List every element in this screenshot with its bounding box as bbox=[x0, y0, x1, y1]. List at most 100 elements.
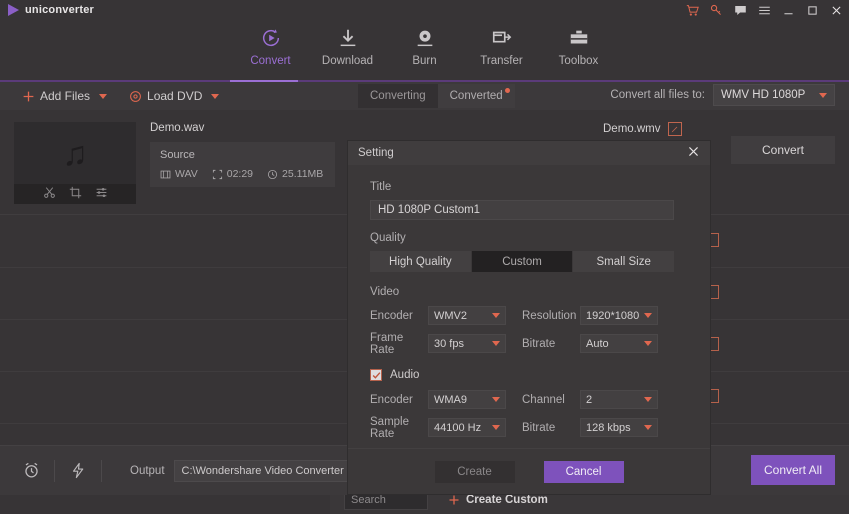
chevron-down-icon bbox=[644, 313, 652, 318]
cart-icon[interactable] bbox=[686, 4, 699, 17]
tab-converting[interactable]: Converting bbox=[358, 84, 438, 108]
plus-icon bbox=[448, 494, 460, 506]
convert-button[interactable]: Convert bbox=[731, 136, 835, 164]
frame-icon bbox=[212, 169, 223, 180]
uniconverter-window: uniconverter bbox=[0, 0, 849, 514]
nav-label: Convert bbox=[250, 55, 290, 67]
trim-icon[interactable] bbox=[43, 186, 56, 202]
field-key: Channel bbox=[522, 394, 580, 406]
message-icon[interactable] bbox=[734, 4, 747, 17]
cancel-button[interactable]: Cancel bbox=[544, 461, 624, 483]
load-dvd-button[interactable]: Load DVD bbox=[129, 89, 202, 103]
audio-bitrate-select[interactable]: 128 kbps bbox=[580, 418, 658, 437]
film-icon bbox=[160, 169, 171, 180]
effect-icon[interactable] bbox=[95, 186, 108, 202]
download-icon bbox=[337, 27, 359, 49]
title-input[interactable]: HD 1080P Custom1 bbox=[370, 200, 674, 220]
field-value: 2 bbox=[586, 394, 592, 406]
audio-encoder-select[interactable]: WMA9 bbox=[428, 390, 506, 409]
brand-name: uniconverter bbox=[25, 4, 94, 16]
quality-option-small[interactable]: Small Size bbox=[573, 251, 674, 272]
output-file-name-row: Demo.wmv bbox=[603, 122, 835, 136]
audio-channel-select[interactable]: 2 bbox=[580, 390, 658, 409]
quality-option-custom[interactable]: Custom bbox=[472, 251, 574, 272]
convert-all-button[interactable]: Convert All bbox=[751, 455, 835, 485]
field-audio-bitrate: Bitrate 128 kbps bbox=[522, 417, 674, 438]
close-icon[interactable] bbox=[687, 145, 700, 161]
field-video-framerate: Frame Rate 30 fps bbox=[370, 333, 522, 354]
convert-all-to: Convert all files to: WMV HD 1080P bbox=[610, 84, 835, 106]
source-format: WAV bbox=[160, 168, 198, 180]
audio-fields: Encoder WMA9 Channel 2 Sample Rate bbox=[370, 389, 674, 445]
menu-icon[interactable] bbox=[758, 4, 771, 17]
toolbox-icon bbox=[568, 27, 590, 49]
tab-converted[interactable]: Converted bbox=[438, 84, 515, 108]
dialog-title: Setting bbox=[358, 147, 394, 159]
convert-all-to-label: Convert all files to: bbox=[610, 89, 705, 101]
chevron-down-icon bbox=[644, 425, 652, 430]
add-files-button[interactable]: Add Files bbox=[22, 89, 90, 103]
source-box: Source WAV 02:29 25.11MB bbox=[150, 142, 335, 187]
video-framerate-select[interactable]: 30 fps bbox=[428, 334, 506, 353]
create-button[interactable]: Create bbox=[435, 461, 515, 483]
field-value: Auto bbox=[586, 338, 609, 350]
convert-icon bbox=[260, 27, 282, 49]
crop-icon[interactable] bbox=[69, 186, 82, 202]
quality-segmented-control: High Quality Custom Small Size bbox=[370, 251, 674, 272]
burn-icon bbox=[414, 27, 436, 49]
chevron-down-icon bbox=[644, 341, 652, 346]
dialog-body: Title HD 1080P Custom1 Quality High Qual… bbox=[348, 165, 710, 445]
nav-item-download[interactable]: Download bbox=[309, 20, 386, 67]
plus-icon bbox=[22, 90, 35, 103]
field-value: WMA9 bbox=[434, 394, 467, 406]
source-meta: WAV 02:29 25.11MB bbox=[160, 168, 325, 180]
dialog-header: Setting bbox=[348, 141, 710, 165]
load-dvd-label: Load DVD bbox=[147, 89, 202, 103]
field-value: 1920*1080 bbox=[586, 310, 639, 322]
chevron-down-icon bbox=[819, 93, 827, 98]
alarm-clock-icon[interactable] bbox=[14, 461, 48, 480]
chevron-down-icon bbox=[492, 397, 500, 402]
video-section-label: Video bbox=[370, 286, 688, 298]
field-audio-encoder: Encoder WMA9 bbox=[370, 389, 522, 410]
field-value: 44100 Hz bbox=[434, 422, 481, 434]
key-icon[interactable] bbox=[710, 4, 723, 17]
maximize-icon[interactable] bbox=[806, 4, 819, 17]
dialog-footer: Create Cancel bbox=[348, 448, 710, 494]
add-files-caret-icon[interactable] bbox=[99, 94, 107, 99]
nav-item-toolbox[interactable]: Toolbox bbox=[540, 20, 617, 67]
file-thumbnail[interactable]: ♫ bbox=[14, 122, 136, 204]
nav-label: Transfer bbox=[480, 55, 522, 67]
convert-all-to-select[interactable]: WMV HD 1080P bbox=[713, 84, 835, 106]
window-controls bbox=[686, 0, 843, 20]
nav-item-transfer[interactable]: Transfer bbox=[463, 20, 540, 67]
field-key: Encoder bbox=[370, 394, 428, 406]
nav-item-convert[interactable]: Convert bbox=[232, 20, 309, 67]
title-field-label: Title bbox=[370, 181, 688, 193]
video-fields: Encoder WMV2 Resolution 1920*1080 Frame … bbox=[370, 305, 674, 361]
chevron-down-icon bbox=[492, 341, 500, 346]
video-bitrate-select[interactable]: Auto bbox=[580, 334, 658, 353]
audio-samplerate-select[interactable]: 44100 Hz bbox=[428, 418, 506, 437]
brand: uniconverter bbox=[0, 4, 94, 16]
field-audio-samplerate: Sample Rate 44100 Hz bbox=[370, 417, 522, 438]
minimize-icon[interactable] bbox=[782, 4, 795, 17]
tab-label: Converting bbox=[370, 90, 426, 102]
music-note-icon: ♫ bbox=[14, 122, 136, 186]
nav-item-burn[interactable]: Burn bbox=[386, 20, 463, 67]
tab-label: Converted bbox=[450, 90, 503, 102]
edit-pencil-icon[interactable] bbox=[668, 122, 682, 136]
close-icon[interactable] bbox=[830, 4, 843, 17]
video-encoder-select[interactable]: WMV2 bbox=[428, 306, 506, 325]
audio-toggle-row: Audio bbox=[370, 369, 688, 381]
audio-checkbox[interactable] bbox=[370, 369, 382, 381]
load-dvd-caret-icon[interactable] bbox=[211, 94, 219, 99]
source-header: Source bbox=[160, 149, 325, 161]
output-file-name: Demo.wmv bbox=[603, 123, 661, 135]
video-resolution-select[interactable]: 1920*1080 bbox=[580, 306, 658, 325]
lightning-icon[interactable] bbox=[61, 462, 95, 479]
create-custom-button[interactable]: Create Custom bbox=[448, 494, 548, 506]
status-tabs: Converting Converted bbox=[358, 84, 515, 108]
quality-option-high[interactable]: High Quality bbox=[370, 251, 472, 272]
play-triangle-icon bbox=[8, 4, 19, 16]
